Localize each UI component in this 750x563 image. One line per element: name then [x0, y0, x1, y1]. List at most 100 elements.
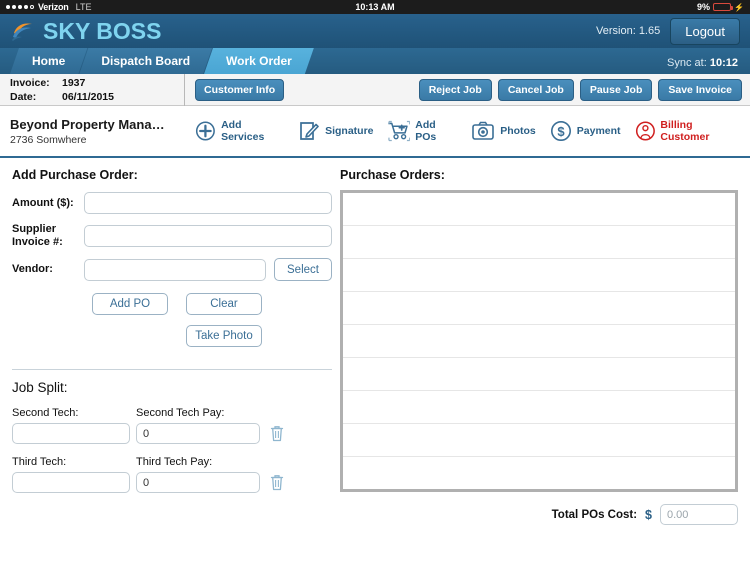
- payment-action[interactable]: $ Payment: [550, 120, 621, 142]
- vendor-row: Vendor: Select: [12, 258, 332, 281]
- list-item[interactable]: [343, 193, 735, 226]
- clock-label: 10:13 AM: [0, 2, 750, 12]
- action-icon-list: Add Services Signature Add POs: [195, 119, 740, 143]
- vendor-label: Vendor:: [12, 263, 84, 276]
- add-purchase-order-title: Add Purchase Order:: [12, 168, 332, 182]
- list-item[interactable]: [343, 424, 735, 457]
- purchase-orders-title: Purchase Orders:: [340, 168, 738, 182]
- supplier-invoice-label-line1: Supplier: [12, 223, 84, 236]
- action-bar: Beyond Property Mana… 2736 Somwhere Add …: [0, 106, 750, 158]
- billing-customer-label: Billing Customer: [660, 119, 740, 143]
- svg-text:$: $: [557, 124, 565, 139]
- nav-tabs: Home Dispatch Board Work Order: [10, 48, 306, 74]
- trash-icon[interactable]: [270, 425, 284, 442]
- list-item[interactable]: [343, 457, 735, 490]
- sync-status: Sync at: 10:12: [667, 57, 738, 69]
- app-logo: SKY BOSS: [10, 18, 161, 45]
- customer-address: 2736 Somwhere: [10, 134, 195, 146]
- app-logo-text: SKY BOSS: [43, 18, 161, 45]
- supplier-invoice-label-line2: Invoice #:: [12, 236, 84, 249]
- camera-icon: [471, 120, 495, 142]
- cancel-job-button[interactable]: Cancel Job: [498, 79, 574, 101]
- po-button-row: Add PO Clear: [92, 293, 332, 315]
- clear-button[interactable]: Clear: [186, 293, 262, 315]
- billing-customer-action[interactable]: Billing Customer: [635, 119, 740, 143]
- sync-label: Sync at:: [667, 57, 707, 69]
- customer-info-button[interactable]: Customer Info: [195, 79, 284, 101]
- currency-symbol: $: [645, 508, 652, 522]
- invoice-bar: Invoice: 1937 Date: 06/11/2015 Customer …: [0, 74, 750, 106]
- trash-icon[interactable]: [270, 474, 284, 491]
- photos-label: Photos: [500, 125, 536, 137]
- date-value: 06/11/2015: [62, 90, 114, 104]
- invoice-number-row: Invoice: 1937: [10, 76, 174, 90]
- pause-job-button[interactable]: Pause Job: [580, 79, 653, 101]
- amount-label: Amount ($):: [12, 197, 84, 210]
- invoice-label: Invoice:: [10, 76, 62, 90]
- job-split-title: Job Split:: [12, 380, 332, 395]
- reject-job-button[interactable]: Reject Job: [419, 79, 492, 101]
- amount-row: Amount ($):: [12, 192, 332, 214]
- third-tech-pay-input[interactable]: [136, 472, 260, 493]
- amount-input[interactable]: [84, 192, 332, 214]
- right-panel: Purchase Orders: Total POs Cost: $: [332, 168, 738, 563]
- battery-icon: [713, 3, 731, 11]
- invoice-value: 1937: [62, 76, 85, 90]
- invoice-info: Invoice: 1937 Date: 06/11/2015: [0, 74, 185, 106]
- second-tech-input-row: [12, 423, 332, 444]
- customer-name: Beyond Property Mana…: [10, 117, 195, 132]
- vendor-input[interactable]: [84, 259, 266, 281]
- list-item[interactable]: [343, 325, 735, 358]
- tab-home[interactable]: Home: [10, 48, 87, 74]
- payment-label: Payment: [577, 125, 621, 137]
- signature-label: Signature: [325, 125, 373, 137]
- list-item[interactable]: [343, 391, 735, 424]
- left-panel: Add Purchase Order: Amount ($): Supplier…: [12, 168, 332, 563]
- dollar-circle-icon: $: [550, 120, 572, 142]
- total-pos-cost-label: Total POs Cost:: [552, 509, 637, 521]
- add-services-action[interactable]: Add Services: [195, 119, 284, 143]
- add-pos-label: Add POs: [415, 119, 457, 143]
- third-tech-pay-label: Third Tech Pay:: [136, 456, 212, 468]
- version-label: Version: 1.65: [596, 25, 660, 37]
- status-bar-right: 9% ⚡: [697, 2, 744, 12]
- invoice-date-row: Date: 06/11/2015: [10, 90, 174, 104]
- add-services-label: Add Services: [221, 119, 284, 143]
- second-tech-input[interactable]: [12, 423, 130, 444]
- take-photo-button[interactable]: Take Photo: [186, 325, 262, 347]
- list-item[interactable]: [343, 292, 735, 325]
- cart-plus-icon: [388, 120, 411, 142]
- third-tech-label-row: Third Tech: Third Tech Pay:: [12, 456, 332, 468]
- tab-work-order[interactable]: Work Order: [204, 48, 314, 74]
- app-header: SKY BOSS Version: 1.65 Logout: [0, 14, 750, 48]
- purchase-orders-list[interactable]: [340, 190, 738, 492]
- second-tech-pay-input[interactable]: [136, 423, 260, 444]
- pencil-document-icon: [298, 120, 320, 142]
- header-right: Version: 1.65 Logout: [596, 18, 740, 45]
- third-tech-label: Third Tech:: [12, 456, 136, 468]
- list-item[interactable]: [343, 259, 735, 292]
- add-po-button[interactable]: Add PO: [92, 293, 168, 315]
- save-invoice-button[interactable]: Save Invoice: [658, 79, 742, 101]
- logout-button[interactable]: Logout: [670, 18, 740, 45]
- tab-dispatch-board[interactable]: Dispatch Board: [79, 48, 212, 74]
- list-item[interactable]: [343, 226, 735, 259]
- second-tech-pay-label: Second Tech Pay:: [136, 407, 224, 419]
- customer-block: Beyond Property Mana… 2736 Somwhere: [10, 117, 195, 146]
- sync-time: 10:12: [710, 57, 738, 69]
- add-pos-action[interactable]: Add POs: [388, 119, 458, 143]
- job-action-buttons: Reject Job Cancel Job Pause Job Save Inv…: [419, 79, 742, 101]
- battery-percent-label: 9%: [697, 2, 710, 12]
- photos-action[interactable]: Photos: [471, 120, 536, 142]
- third-tech-input[interactable]: [12, 472, 130, 493]
- list-item[interactable]: [343, 358, 735, 391]
- supplier-invoice-row: Supplier Invoice #:: [12, 223, 332, 249]
- select-vendor-button[interactable]: Select: [274, 258, 332, 281]
- total-pos-cost-input[interactable]: [660, 504, 738, 525]
- supplier-invoice-input[interactable]: [84, 225, 332, 247]
- main-content: Add Purchase Order: Amount ($): Supplier…: [0, 158, 750, 563]
- take-photo-row: Take Photo: [186, 325, 332, 347]
- swoosh-logo-icon: [10, 19, 40, 43]
- total-pos-cost-row: Total POs Cost: $: [340, 504, 738, 525]
- signature-action[interactable]: Signature: [298, 120, 373, 142]
